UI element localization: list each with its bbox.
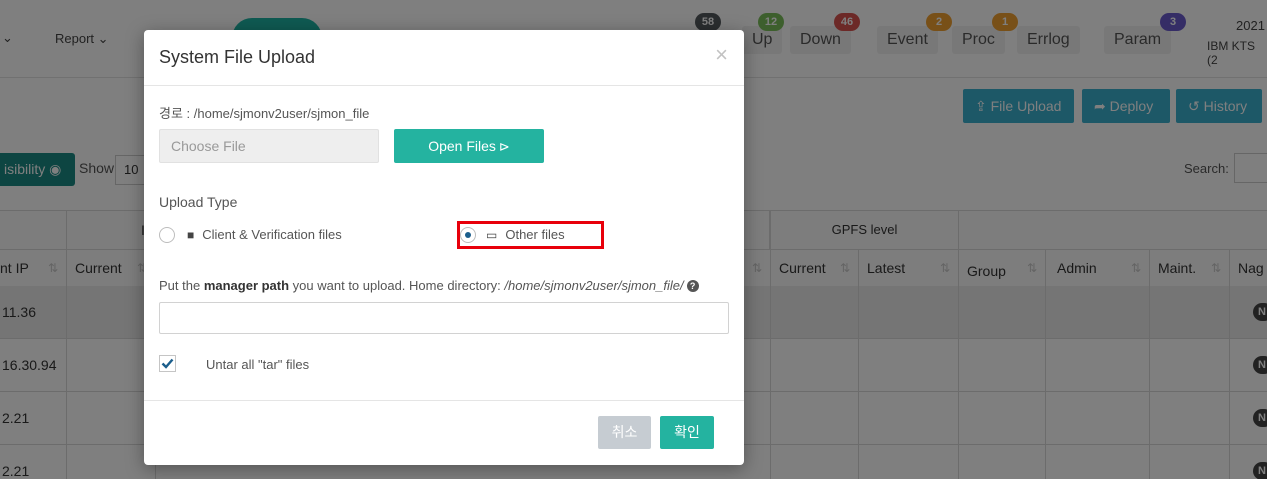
folder-icon: ■ (187, 228, 195, 242)
option-client-verification-label: Client & Verification files (202, 227, 342, 242)
radio-other-files[interactable] (460, 227, 476, 243)
folder-open-icon: ▭ (486, 228, 498, 242)
modal-header: System File Upload × (144, 30, 744, 86)
option-client-verification[interactable]: ■ Client & Verification files (187, 227, 342, 242)
untar-checkbox[interactable] (159, 355, 176, 372)
modal-footer-divider (144, 400, 744, 401)
manager-text-path: /home/sjmonv2user/sjmon_file/ (504, 278, 684, 293)
manager-path-input[interactable] (159, 302, 729, 334)
choose-file-input[interactable]: Choose File (159, 129, 379, 163)
manager-path-description: Put the manager path you want to upload.… (159, 278, 699, 293)
confirm-button[interactable]: 확인 (660, 416, 714, 449)
upload-path-text: 경로 : /home/sjmonv2user/sjmon_file (159, 106, 370, 121)
untar-label: Untar all "tar" files (206, 357, 310, 372)
folder-open-icon: ⊳ (498, 139, 510, 154)
option-other-files-label: Other files (505, 227, 565, 242)
question-circle-icon[interactable]: ? (686, 280, 699, 292)
modal-title: System File Upload (159, 47, 316, 67)
cancel-button[interactable]: 취소 (598, 416, 651, 449)
option-other-files[interactable]: ▭ Other files (486, 227, 565, 242)
checkmark-icon (161, 358, 174, 369)
open-files-label: Open Files (428, 138, 496, 154)
system-file-upload-dialog: System File Upload × 경로 : /home/sjmonv2u… (144, 30, 744, 465)
upload-type-label: Upload Type (159, 194, 238, 210)
manager-text-prefix: Put the (159, 278, 204, 293)
radio-client-verification[interactable] (159, 227, 175, 243)
manager-text-bold: manager path (203, 278, 290, 293)
close-icon[interactable]: × (715, 44, 728, 66)
open-files-button[interactable]: Open Files ⊳ (394, 129, 544, 163)
manager-text-middle: you want to upload. Home directory: (289, 278, 505, 293)
